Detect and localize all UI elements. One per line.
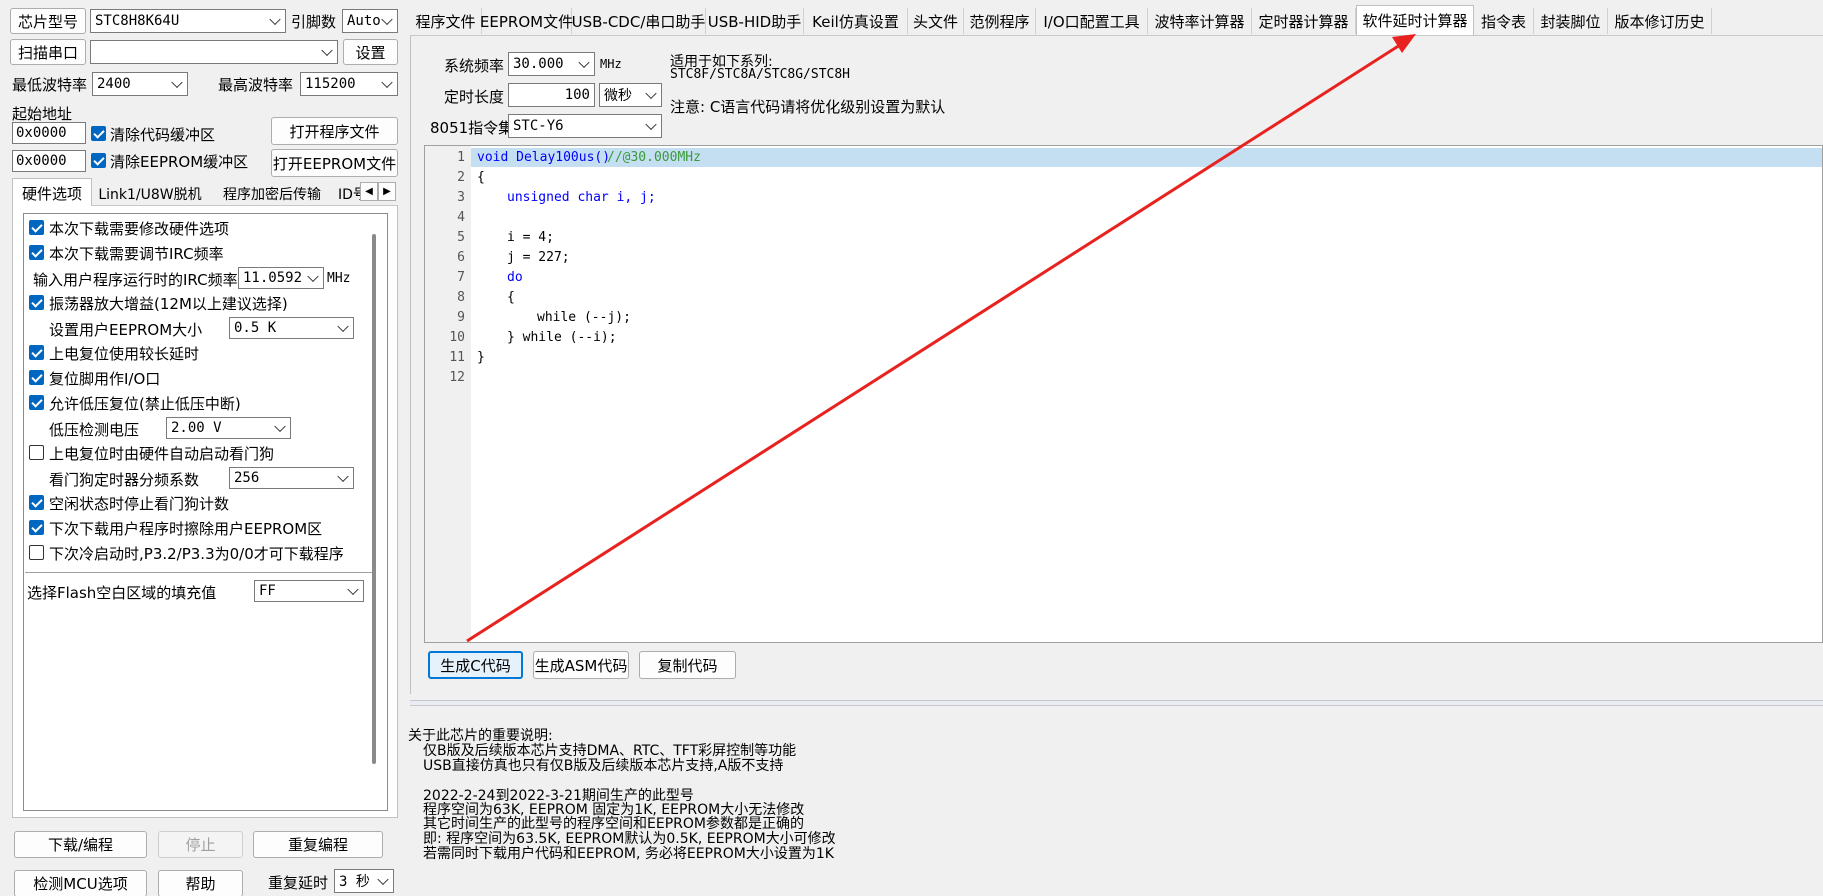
arrow-head: [1392, 34, 1416, 53]
arrow-shaft: [466, 43, 1401, 643]
annotation-arrow: [466, 34, 1416, 643]
